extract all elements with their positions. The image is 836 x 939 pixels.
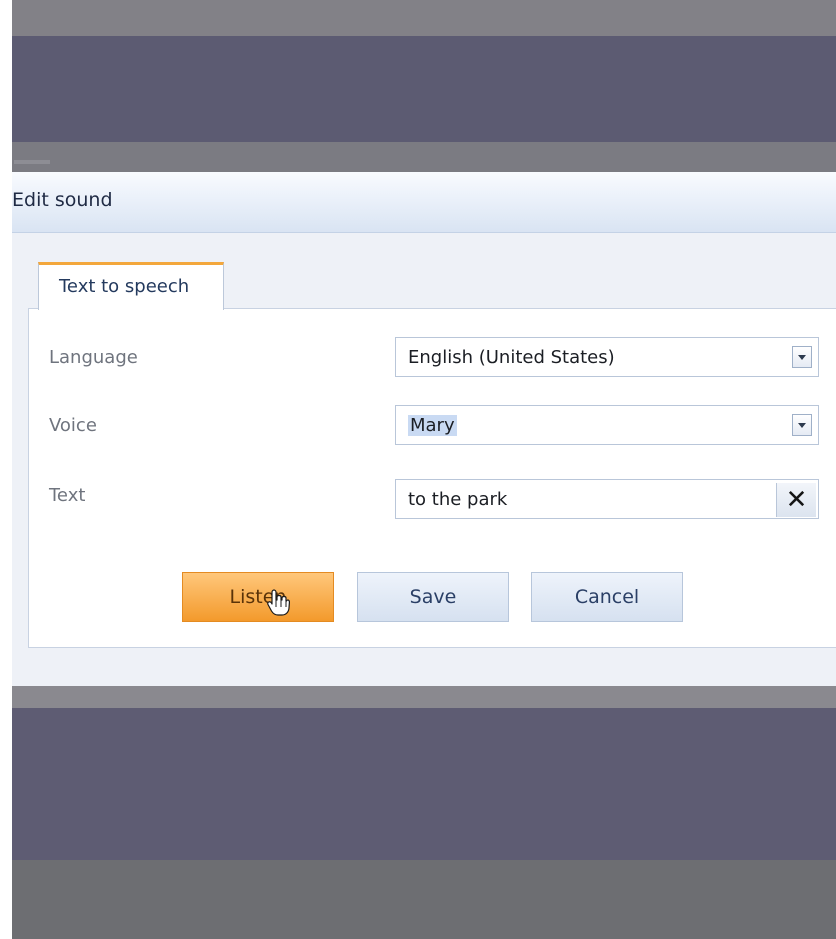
chevron-down-icon[interactable]: [792, 346, 812, 368]
dialog-titlebar: Edit sound: [12, 172, 836, 233]
background-area-top: [12, 36, 836, 142]
voice-select[interactable]: Mary: [395, 405, 819, 445]
screen-capture: Edit sound Text to speech Language Engli…: [12, 0, 836, 939]
save-button[interactable]: Save: [357, 572, 509, 622]
text-input[interactable]: to the park ✕: [395, 479, 819, 519]
language-select[interactable]: English (United States): [395, 337, 819, 377]
background-band-below: [12, 686, 836, 708]
voice-label: Voice: [49, 415, 97, 436]
language-label: Language: [49, 347, 138, 368]
listen-button[interactable]: Listen: [182, 572, 334, 622]
edit-sound-dialog: Edit sound Text to speech Language Engli…: [12, 172, 836, 690]
cancel-button[interactable]: Cancel: [531, 572, 683, 622]
chevron-down-icon[interactable]: [792, 414, 812, 436]
blurred-text: [14, 160, 50, 164]
background-band-bottom: [12, 860, 836, 939]
tab-label: Text to speech: [59, 276, 190, 297]
background-area-bottom: [12, 708, 836, 860]
hand-cursor-icon: [267, 589, 290, 616]
text-label: Text: [49, 485, 86, 506]
page: Edit sound Text to speech Language Engli…: [0, 0, 836, 939]
tab-text-to-speech[interactable]: Text to speech: [38, 262, 224, 310]
close-icon[interactable]: ✕: [776, 483, 816, 517]
voice-value: Mary: [408, 415, 457, 436]
background-band-mid: [12, 142, 836, 172]
dialog-title: Edit sound: [12, 189, 113, 211]
text-value: to the park: [408, 489, 508, 510]
language-value: English (United States): [408, 347, 615, 368]
background-band-top: [12, 0, 836, 36]
